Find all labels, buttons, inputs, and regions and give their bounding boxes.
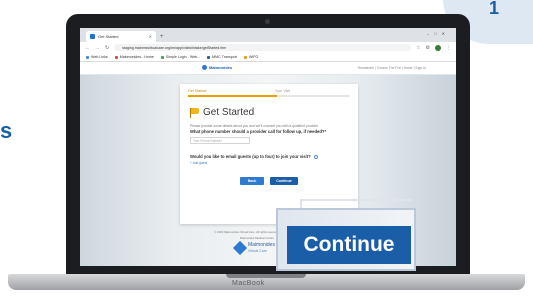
step-number: 1 [489, 0, 500, 18]
star-icon[interactable]: ☆ [416, 45, 420, 51]
step-indicator: Get Started Your Visit [180, 84, 358, 95]
phone-field[interactable]: Your Phone Number [190, 137, 250, 144]
bookmark-item[interactable]: Simple Login - Web... [160, 55, 200, 59]
back-arrow-icon[interactable]: ← [85, 45, 90, 51]
extension-icon[interactable]: ⚙ [426, 45, 430, 51]
footer-logo-icon [232, 240, 248, 256]
guest-question: Would you like to email guests (up to fo… [180, 144, 358, 159]
site-header: Maimonides Remainder | Covers The Full |… [80, 62, 456, 75]
site-nav-links[interactable]: Remainder | Covers The Full | Home | Sig… [358, 66, 426, 70]
camera-icon [265, 19, 270, 24]
laptop-brand: MacBook [232, 280, 265, 287]
laptop-base [8, 274, 525, 290]
add-guest-link[interactable]: + Add guest [180, 159, 358, 167]
back-button[interactable]: Back [240, 177, 264, 185]
bookmark-item[interactable]: Mainmonides - Home [114, 55, 154, 59]
site-logo[interactable]: Maimonides [202, 65, 232, 70]
page-title: Get Started [203, 107, 255, 118]
phone-question: What phone number should a provider call… [190, 129, 327, 134]
intro-text: Please provide some details about you an… [190, 124, 319, 128]
progress-bar [188, 95, 350, 97]
step-label-next: Your Visit [275, 89, 290, 93]
logo-icon [202, 65, 207, 70]
close-tab-icon[interactable]: ✕ [149, 34, 152, 39]
zoom-connector [300, 199, 412, 201]
favicon-icon [90, 34, 95, 39]
address-bar: ← → ↻ staging.mainmsvirtualcare.org/en/a… [80, 42, 456, 53]
progress-fill [188, 95, 278, 97]
continue-button[interactable]: Continue [270, 177, 298, 185]
url-field[interactable]: staging.mainmsvirtualcare.org/en/app/vis… [114, 44, 412, 51]
bookmark-item[interactable]: MMC Transport [207, 55, 237, 59]
info-icon[interactable] [313, 154, 318, 159]
flag-icon [190, 108, 199, 118]
bookmark-item[interactable]: WIFO [243, 55, 258, 59]
window-controls[interactable]: –□✕ [427, 31, 450, 36]
browser-tab[interactable]: Get Started ✕ [86, 31, 156, 42]
partial-side-text: s [0, 118, 13, 143]
browser-tab-bar: Get Started ✕ + –□✕ [80, 28, 456, 42]
laptop-notch [226, 274, 306, 278]
bookmark-item[interactable]: Web Links [86, 55, 108, 59]
footer-org: Mainonides Medical Center [240, 236, 274, 240]
toolbar-icons: ☆ ⚙ ⋮ [416, 44, 451, 51]
card-heading: Get Started [180, 97, 358, 120]
intake-card: Get Started Your Visit Get Started Pleas… [180, 84, 358, 224]
footer-logo: Maimonides Virtual Care [232, 240, 275, 256]
new-tab-icon[interactable]: + [160, 34, 164, 40]
forward-arrow-icon[interactable]: → [95, 45, 100, 51]
step-label-current: Get Started [188, 89, 207, 93]
bookmarks-bar: Web Links Mainmonides - Home Simple Logi… [80, 53, 456, 62]
continue-callout-button[interactable]: Continue [287, 226, 411, 264]
tab-title: Get Started [98, 34, 119, 39]
action-buttons: Back Continue [180, 177, 358, 185]
reload-icon[interactable]: ↻ [105, 45, 109, 51]
menu-icon[interactable]: ⋮ [446, 45, 451, 51]
avatar[interactable] [435, 44, 441, 51]
